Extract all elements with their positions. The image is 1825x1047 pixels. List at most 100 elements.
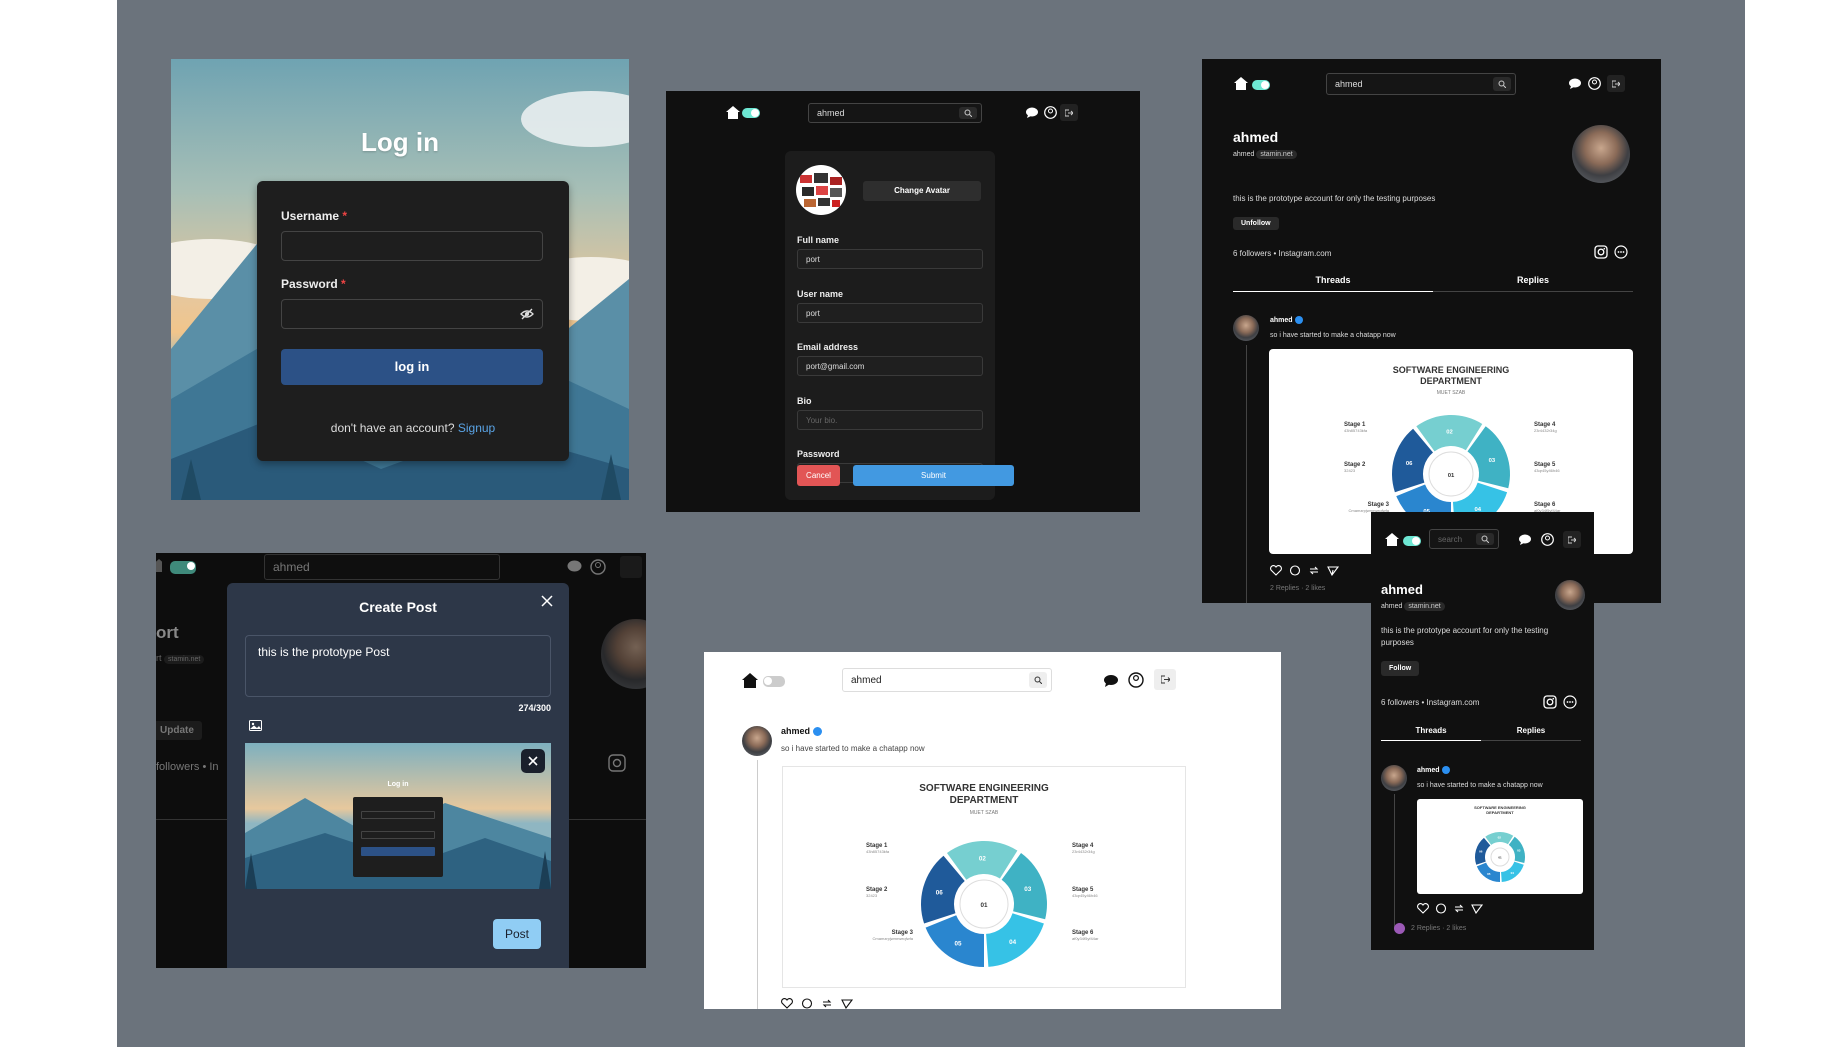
full-name-input[interactable]: port (797, 249, 983, 269)
password-input[interactable] (281, 299, 543, 329)
post-textarea[interactable]: this is the prototype Post (245, 635, 551, 697)
search-input[interactable]: ahmed (1326, 73, 1516, 95)
user-name-label: User name (797, 289, 844, 299)
search-icon[interactable] (959, 107, 977, 119)
share-icon[interactable] (1327, 565, 1339, 576)
home-icon[interactable] (742, 673, 758, 688)
repost-icon[interactable] (1453, 903, 1465, 914)
post-author: ahmed (1417, 766, 1450, 774)
cycle-label-05: 05 (1487, 872, 1491, 876)
cancel-button[interactable]: Cancel (797, 465, 840, 486)
share-icon[interactable] (1471, 903, 1483, 914)
search-input[interactable]: search (1429, 529, 1499, 549)
search-input: ahmed (264, 554, 500, 580)
repost-icon[interactable] (1308, 565, 1320, 576)
reply-avatar (1394, 923, 1405, 934)
image-icon[interactable] (249, 720, 262, 731)
theme-toggle[interactable] (763, 676, 785, 687)
cycle-label-06: 06 (936, 889, 944, 896)
theme-toggle (170, 561, 196, 574)
tab-threads[interactable]: Threads (1233, 275, 1433, 292)
remove-image-icon[interactable] (521, 749, 545, 773)
user-icon[interactable] (1044, 106, 1057, 119)
search-input[interactable]: ahmed (842, 668, 1052, 692)
bio-input[interactable]: Your bio. (797, 410, 983, 430)
home-icon[interactable] (1234, 77, 1248, 90)
search-icon[interactable] (1476, 533, 1494, 545)
cycle-segment-06 (1475, 837, 1491, 865)
search-icon[interactable] (1029, 672, 1047, 688)
email-input[interactable]: port@gmail.com (797, 356, 983, 376)
follow-button[interactable]: Follow (1381, 661, 1420, 676)
heart-icon[interactable] (1270, 565, 1282, 576)
bg-avatar (601, 619, 646, 689)
theme-toggle[interactable] (1252, 80, 1270, 90)
instagram-icon[interactable] (1543, 695, 1557, 709)
username-input[interactable] (281, 231, 543, 261)
stage-5-sub: 43qr45y46h46 (1072, 893, 1098, 898)
stage-6-sub: af0y34f5yf44ar (1072, 936, 1099, 941)
instagram-link[interactable]: Instagram.com (1427, 698, 1480, 707)
home-icon[interactable] (726, 106, 740, 119)
post-image-chart: SOFTWARE ENGINEERING DEPARTMENT MUET SZAB… (782, 766, 1186, 988)
signup-link[interactable]: Signup (458, 421, 495, 435)
login-title: Log in (361, 127, 439, 157)
share-icon[interactable] (841, 998, 853, 1009)
logout-icon[interactable] (1154, 669, 1176, 690)
chat-icon[interactable] (1026, 107, 1038, 118)
cycle-center-label: 01 (1498, 855, 1502, 859)
submit-button[interactable]: Submit (853, 465, 1014, 486)
profile-name: ahmed (1233, 129, 1279, 145)
comment-icon[interactable] (1435, 903, 1447, 914)
unfollow-button[interactable]: Unfollow (1233, 217, 1279, 230)
more-icon[interactable] (1614, 245, 1628, 259)
user-name-input[interactable]: port (797, 303, 983, 323)
user-icon[interactable] (1588, 77, 1601, 90)
repost-icon[interactable] (821, 998, 833, 1009)
tab-replies[interactable]: Replies (1433, 275, 1633, 292)
chat-icon[interactable] (1104, 674, 1118, 687)
comment-icon[interactable] (801, 998, 813, 1009)
char-counter: 274/300 (518, 703, 551, 713)
eye-off-icon[interactable] (520, 308, 534, 320)
theme-toggle[interactable] (1403, 536, 1421, 546)
chat-icon[interactable] (1569, 78, 1581, 89)
username-label: Username * (281, 209, 348, 223)
logout-icon[interactable] (1563, 531, 1581, 548)
user-icon[interactable] (1128, 672, 1144, 688)
heart-icon[interactable] (781, 998, 793, 1009)
avatar[interactable] (796, 165, 846, 215)
post-actions (1270, 565, 1339, 576)
theme-toggle[interactable] (742, 108, 760, 118)
login-button[interactable]: log in (281, 349, 543, 385)
close-icon[interactable] (541, 595, 553, 607)
heart-icon[interactable] (1417, 903, 1429, 914)
more-icon[interactable] (1563, 695, 1577, 709)
avatar (1555, 580, 1585, 610)
home-icon[interactable] (1385, 533, 1399, 546)
comment-icon[interactable] (1289, 565, 1301, 576)
cycle-label-06: 06 (1479, 850, 1483, 854)
search-icon[interactable] (1493, 77, 1511, 91)
user-icon[interactable] (1541, 533, 1554, 546)
post-button[interactable]: Post (493, 919, 541, 949)
thread-line (1394, 794, 1395, 928)
profile-handle: ahmed stamin.net (1381, 602, 1445, 611)
password-label: Password * (281, 277, 346, 291)
instagram-icon (608, 754, 626, 772)
cycle-label-02: 02 (1498, 835, 1502, 839)
chat-icon[interactable] (1519, 534, 1531, 545)
tab-threads[interactable]: Threads (1381, 726, 1481, 741)
full-name-label: Full name (797, 235, 840, 245)
instagram-icon[interactable] (1594, 245, 1608, 259)
post-image-chart: SOFTWARE ENGINEERING DEPARTMENT 02 03 04 05 0… (1417, 799, 1583, 894)
bg-profile-handle: rt stamin.net (156, 653, 205, 664)
instagram-link[interactable]: Instagram.com (1279, 249, 1332, 258)
logout-icon[interactable] (1607, 75, 1625, 92)
logout-icon[interactable] (1060, 104, 1078, 121)
change-avatar-button[interactable]: Change Avatar (863, 181, 981, 201)
stage-5-sub: 43qr45y46h46 (1534, 468, 1560, 473)
search-input[interactable]: ahmed (808, 103, 982, 123)
stage-4-sub: 23r4432r34g (1534, 428, 1557, 433)
tab-replies[interactable]: Replies (1481, 726, 1581, 741)
